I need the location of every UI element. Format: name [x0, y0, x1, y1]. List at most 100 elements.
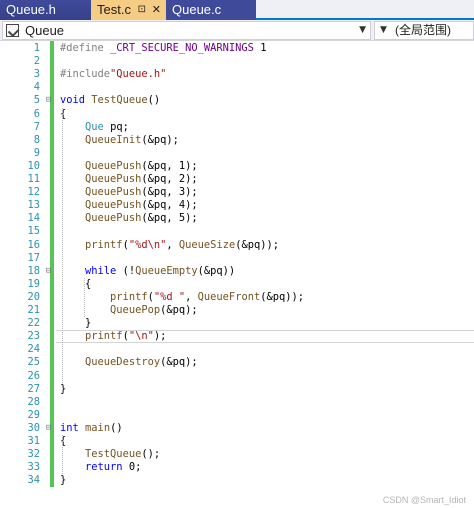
code-token: (&pq); — [160, 356, 198, 369]
code-line[interactable]: 1 #define _CRT_SECURE_NO_WARNINGS 1 — [0, 42, 474, 55]
line-number: 11 — [27, 173, 40, 185]
code-token: , — [185, 290, 198, 303]
code-text: } — [60, 474, 66, 487]
code-text: void TestQueue() — [60, 94, 160, 107]
line-number: 34 — [27, 474, 40, 487]
code-line[interactable]: 4 — [0, 81, 474, 94]
code-line[interactable]: 10 QueuePush(&pq, 1); — [0, 160, 474, 173]
code-text: QueuePush(&pq, 3); — [60, 186, 198, 199]
line-number: 16 — [27, 238, 40, 251]
code-line[interactable]: 31 { — [0, 435, 474, 448]
code-text: return 0; — [60, 461, 141, 474]
line-number: 7 — [33, 120, 40, 133]
line-number: 20 — [27, 290, 40, 303]
code-token: "%d " — [153, 290, 186, 303]
code-line[interactable]: 3 #include"Queue.h" — [0, 68, 474, 81]
code-text: QueuePush(&pq, 5); — [60, 212, 198, 225]
code-line[interactable]: 9 — [0, 147, 474, 160]
code-token: _CRT_SECURE_NO_WARNINGS — [110, 42, 254, 54]
code-line[interactable]: 20 printf("%d ", QueueFront(&pq)); — [0, 291, 474, 304]
code-line[interactable]: 19 { — [0, 278, 474, 291]
code-line[interactable]: 24 — [0, 343, 474, 356]
chevron-down-icon[interactable]: ▼ — [359, 26, 366, 35]
code-line[interactable]: 27} — [0, 383, 474, 396]
code-line[interactable]: 32 TestQueue(); — [0, 448, 474, 461]
close-icon[interactable]: ✕ — [152, 0, 161, 20]
code-token: Que — [85, 120, 104, 133]
current-line-highlight — [56, 330, 474, 344]
code-token: main — [85, 421, 111, 434]
code-line[interactable]: 21 QueuePop(&pq); — [0, 304, 474, 317]
code-token: 1 — [253, 42, 267, 54]
code-token: #define — [60, 42, 111, 54]
code-line[interactable]: 34} — [0, 474, 474, 487]
code-token: "Queue.h" — [110, 68, 167, 81]
code-editor[interactable]: 1 #define _CRT_SECURE_NO_WARNINGS 1 2 3 #inc… — [0, 41, 474, 508]
code-token: (&pq, 5); — [141, 212, 198, 225]
code-text: QueueDestroy(&pq); — [60, 356, 198, 369]
code-line[interactable]: 22 } — [0, 317, 474, 330]
code-token: TestQueue — [91, 94, 148, 107]
code-line[interactable]: 17 — [0, 252, 474, 265]
code-line[interactable]: 23 printf("\n"); — [0, 330, 474, 344]
code-line[interactable]: 29 — [0, 409, 474, 422]
code-line[interactable]: 12 QueuePush(&pq, 3); — [0, 186, 474, 199]
line-number: 22 — [27, 317, 40, 330]
code-line[interactable]: 26 — [0, 370, 474, 383]
code-line[interactable]: 16 printf("%d\n", QueueSize(&pq)); — [0, 239, 474, 252]
code-text: while (!QueueEmpty(&pq)) — [60, 265, 235, 278]
code-token: () — [110, 421, 123, 434]
code-text: printf("%d ", QueueFront(&pq)); — [60, 291, 304, 304]
line-number: 3 — [33, 68, 40, 81]
line-number: 9 — [33, 146, 40, 159]
code-line[interactable]: 6{ — [0, 108, 474, 121]
scope-dropdown[interactable]: Queue ▼ — [2, 21, 371, 40]
code-token: void — [60, 94, 86, 107]
code-text: #define _CRT_SECURE_NO_WARNINGS 1 — [60, 42, 266, 55]
code-token: { — [60, 277, 92, 290]
code-line[interactable]: 11 QueuePush(&pq, 2); — [0, 173, 474, 186]
line-number: 32 — [27, 448, 40, 461]
code-token: , — [166, 238, 179, 251]
code-text: { — [60, 435, 66, 448]
code-text: QueuePush(&pq, 2); — [60, 173, 198, 186]
code-line[interactable]: 2 — [0, 55, 474, 68]
code-line[interactable]: 30 ⊟ int main() — [0, 422, 474, 435]
chevron-down-icon[interactable]: ▼ — [380, 26, 387, 35]
code-text: { — [60, 108, 66, 121]
code-line[interactable]: 14 QueuePush(&pq, 5); — [0, 212, 474, 225]
line-number: 25 — [27, 356, 40, 369]
pin-icon[interactable]: ⊡ — [138, 0, 146, 20]
code-line[interactable]: 33 return 0; — [0, 461, 474, 474]
code-line[interactable]: 8 QueueInit(&pq); — [0, 134, 474, 147]
code-line[interactable]: 13 QueuePush(&pq, 4); — [0, 199, 474, 212]
watermark: CSDN @Smart_Idiot — [382, 495, 466, 505]
tab-queue-h[interactable]: Queue.h — [0, 0, 91, 20]
code-line[interactable]: 18 ⊟ while (!QueueEmpty(&pq)) — [0, 265, 474, 278]
collapse-icon[interactable]: ⊟ — [46, 94, 56, 107]
code-text: #include"Queue.h" — [60, 68, 166, 81]
collapse-icon[interactable]: ⊟ — [46, 422, 56, 435]
code-line[interactable]: 15 — [0, 225, 474, 238]
code-text: QueueInit(&pq); — [60, 134, 179, 147]
tab-queue-c[interactable]: Queue.c — [166, 0, 256, 20]
line-number: 4 — [33, 81, 40, 94]
code-text: { — [60, 278, 91, 291]
code-token: 0; — [122, 461, 142, 474]
code-line[interactable]: 25 QueueDestroy(&pq); — [0, 356, 474, 369]
collapse-icon[interactable]: ⊟ — [46, 265, 56, 278]
navigation-bar: Queue ▼ ▼ (全局范围) — [0, 20, 474, 41]
line-number: 1 — [33, 42, 40, 54]
code-line[interactable]: 5 ⊟ void TestQueue() — [0, 94, 474, 107]
tab-test-c[interactable]: Test.c ⊡ ✕ — [91, 0, 166, 20]
function-dropdown[interactable]: ▼ (全局范围) — [374, 21, 474, 40]
code-line[interactable]: 28 — [0, 396, 474, 409]
code-line[interactable]: 7 Que pq; — [0, 121, 474, 134]
code-text: Que pq; — [60, 121, 129, 134]
code-text: int main() — [60, 422, 123, 435]
indent-guide — [84, 277, 85, 318]
